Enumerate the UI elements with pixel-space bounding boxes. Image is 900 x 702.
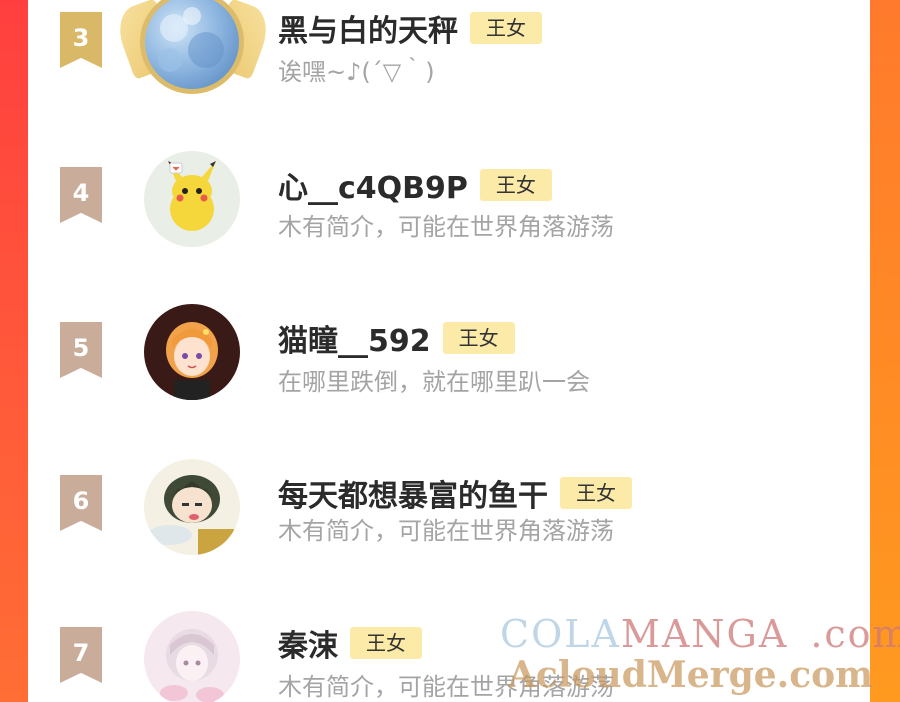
- ranking-row-3[interactable]: 3 黑与白的天秤 王女 诶嘿~♪(´▽｀): [28, 0, 870, 110]
- user-name: 秦涑 王女: [278, 621, 422, 665]
- rank-number: 5: [72, 334, 90, 362]
- user-bio: 在哪里跌倒，就在哪里趴一会: [278, 368, 590, 396]
- rank-badge: 6: [60, 475, 102, 531]
- rank-number: 7: [72, 639, 90, 667]
- ranking-row-4[interactable]: 4 心__c4QB9P 王女 木有简介，可能在世界角落游荡: [28, 135, 870, 265]
- pale-girl-icon: [160, 629, 224, 702]
- rank-number: 6: [72, 487, 90, 515]
- user-name-text[interactable]: 猫瞳__592: [278, 316, 431, 360]
- user-name: 每天都想暴富的鱼干 王女: [278, 471, 632, 515]
- watermark-acloudmerge: AcloudMerge.com: [508, 654, 874, 696]
- user-name: 猫瞳__592 王女: [278, 316, 515, 360]
- user-name: 黑与白的天秤 王女: [278, 6, 542, 50]
- watermark-colamanga: COLAMANGA .com: [500, 612, 900, 656]
- avatar[interactable]: [144, 151, 240, 247]
- watermark-dotcom: .com: [810, 612, 900, 656]
- title-badge: 王女: [350, 627, 422, 659]
- avatar[interactable]: [144, 611, 240, 702]
- rank-badge: 5: [60, 322, 102, 378]
- ranking-row-5[interactable]: 5 猫瞳__592 王女 在哪里跌倒，就在哪里趴一会: [28, 290, 870, 420]
- green-hair-boy-icon: [148, 475, 234, 555]
- rank-number: 4: [72, 179, 90, 207]
- rank-badge: 3: [60, 12, 102, 68]
- rank-badge: 7: [60, 627, 102, 683]
- user-name-text[interactable]: 黑与白的天秤: [278, 6, 458, 50]
- title-badge: 王女: [442, 322, 515, 354]
- watermark-manga: MANGA: [620, 612, 789, 656]
- rank-badge: 4: [60, 167, 102, 223]
- pikachu-icon: [168, 161, 216, 231]
- title-badge: 王女: [479, 169, 552, 201]
- right-gradient-border: [870, 0, 900, 702]
- ranking-row-6[interactable]: 6 每天都想暴富的鱼干 王女 木有简介，可能在世界角落游荡: [28, 443, 870, 573]
- user-bio: 木有简介，可能在世界角落游荡: [278, 213, 614, 241]
- user-bio: 诶嘿~♪(´▽｀): [278, 58, 435, 86]
- user-bio: 木有简介，可能在世界角落游荡: [278, 517, 614, 545]
- title-badge: 王女: [470, 12, 542, 44]
- left-gradient-border: [0, 0, 28, 702]
- user-name-text[interactable]: 每天都想暴富的鱼干: [278, 471, 548, 515]
- avatar[interactable]: [144, 304, 240, 400]
- user-name: 心__c4QB9P 王女: [278, 163, 552, 207]
- ranking-panel: 3 黑与白的天秤 王女 诶嘿~♪(´▽｀) 4 心__c4QB9P 王女 木有简…: [28, 0, 870, 702]
- gold-avatar-frame: [140, 0, 244, 94]
- user-name-text[interactable]: 秦涑: [278, 621, 338, 665]
- rank-number: 3: [72, 24, 90, 52]
- orange-hair-girl-icon: [166, 322, 218, 400]
- avatar[interactable]: [144, 459, 240, 555]
- title-badge: 王女: [560, 477, 632, 509]
- user-name-text[interactable]: 心__c4QB9P: [278, 163, 468, 207]
- watermark-cola: COLA: [500, 612, 621, 656]
